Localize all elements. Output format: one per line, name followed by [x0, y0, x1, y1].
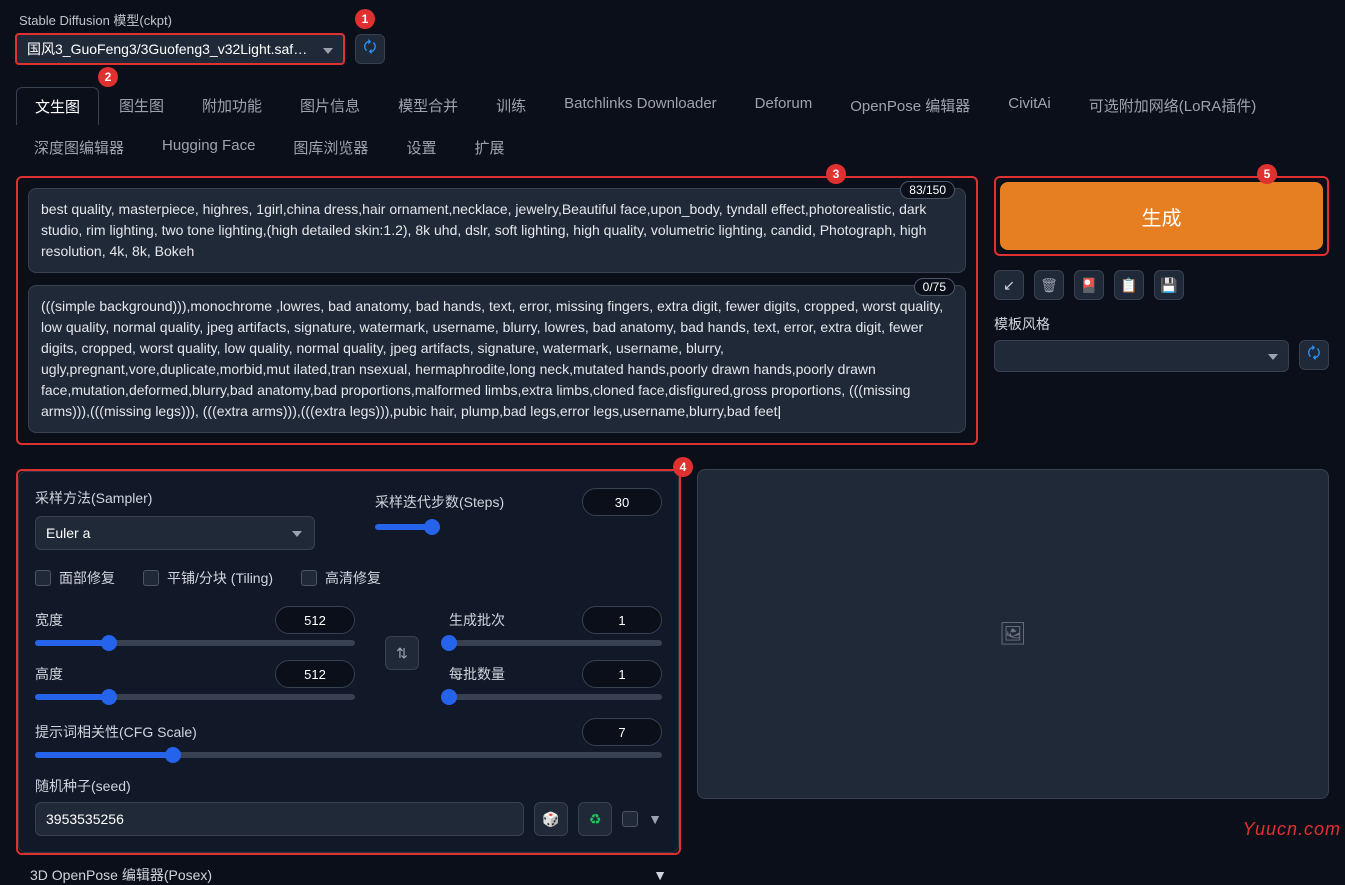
- save-icon: 💾: [1160, 277, 1177, 294]
- refresh-icon: 🗘: [1307, 343, 1320, 368]
- negative-prompt[interactable]: 0/75 (((simple background))),monochrome …: [28, 285, 966, 433]
- sampler-select[interactable]: Euler a: [35, 516, 315, 550]
- dice-button[interactable]: 🎲: [534, 802, 568, 836]
- height-value[interactable]: 512: [275, 660, 355, 688]
- swap-icon: ⇅: [396, 645, 408, 662]
- tabs-row1: 文生图 图生图 附加功能 图片信息 模型合并 训练 Batchlinks Dow…: [0, 73, 1345, 125]
- batch-count-slider[interactable]: [449, 640, 662, 646]
- tab-merge[interactable]: 模型合并: [380, 87, 476, 125]
- model-select[interactable]: 国风3_GuoFeng3/3Guofeng3_v32Light.safetens…: [15, 33, 345, 65]
- chevron-down-icon[interactable]: ▼: [648, 811, 662, 827]
- tab-img2img[interactable]: 图生图: [101, 87, 182, 125]
- clipboard-button[interactable]: 📋: [1114, 270, 1144, 300]
- tab-settings[interactable]: 设置: [388, 129, 454, 166]
- watermark: Yuucn.com: [1243, 819, 1341, 840]
- cfg-slider[interactable]: [35, 752, 662, 758]
- checkbox-box: [143, 570, 159, 586]
- positive-count: 83/150: [900, 181, 955, 199]
- tab-batchlinks[interactable]: Batchlinks Downloader: [546, 87, 735, 125]
- template-style-select[interactable]: [994, 340, 1289, 372]
- steps-label: 采样迭代步数(Steps): [375, 492, 504, 512]
- positive-text: best quality, masterpiece, highres, 1gir…: [41, 199, 953, 262]
- model-label: Stable Diffusion 模型(ckpt): [19, 10, 385, 29]
- tab-deforum[interactable]: Deforum: [737, 87, 831, 125]
- badge-3: 3: [826, 164, 846, 184]
- steps-value[interactable]: 30: [582, 488, 662, 516]
- trash-icon: 🗑: [1040, 277, 1058, 294]
- chevron-down-icon[interactable]: ▼: [653, 867, 667, 883]
- positive-prompt[interactable]: 83/150 best quality, masterpiece, highre…: [28, 188, 966, 273]
- badge-2: 2: [98, 67, 118, 87]
- tab-lora[interactable]: 可选附加网络(LoRA插件): [1071, 87, 1275, 125]
- tab-extensions[interactable]: 扩展: [456, 129, 522, 166]
- pose-accordion[interactable]: 3D OpenPose 编辑器(Posex): [30, 865, 212, 885]
- trash-button[interactable]: 🗑: [1034, 270, 1064, 300]
- seed-label: 随机种子(seed): [35, 776, 662, 796]
- tab-depth[interactable]: 深度图编辑器: [16, 129, 142, 166]
- tab-gallery[interactable]: 图库浏览器: [275, 129, 386, 166]
- generate-button[interactable]: 生成: [1000, 182, 1323, 250]
- params-panel: 采样方法(Sampler) Euler a 采样迭代步数(Steps) 30: [18, 471, 679, 853]
- arrow-icon: ↙: [1003, 277, 1015, 294]
- image-icon: 🖼: [999, 621, 1027, 647]
- sampler-label: 采样方法(Sampler): [35, 488, 335, 508]
- card-icon: 🎴: [1080, 277, 1097, 294]
- tiling-checkbox[interactable]: 平铺/分块 (Tiling): [143, 568, 273, 588]
- tab-pnginfo[interactable]: 图片信息: [282, 87, 378, 125]
- batch-count-label: 生成批次: [449, 610, 505, 630]
- dice-icon: 🎲: [542, 811, 559, 828]
- checkbox-box: [35, 570, 51, 586]
- model-value: 国风3_GuoFeng3/3Guofeng3_v32Light.safetens…: [27, 39, 313, 59]
- seed-input[interactable]: 3953535256: [35, 802, 524, 836]
- clipboard-icon: 📋: [1120, 277, 1137, 294]
- refresh-model-button[interactable]: 🗘: [355, 34, 385, 64]
- sampler-value: Euler a: [46, 525, 90, 541]
- hires-checkbox[interactable]: 高清修复: [301, 568, 381, 588]
- card-button[interactable]: 🎴: [1074, 270, 1104, 300]
- tab-train[interactable]: 训练: [478, 87, 544, 125]
- badge-4: 4: [673, 457, 693, 477]
- width-slider[interactable]: [35, 640, 355, 646]
- tab-hf[interactable]: Hugging Face: [144, 129, 273, 166]
- batch-count-value[interactable]: 1: [582, 606, 662, 634]
- cfg-value[interactable]: 7: [582, 718, 662, 746]
- batch-size-value[interactable]: 1: [582, 660, 662, 688]
- tab-extras[interactable]: 附加功能: [184, 87, 280, 125]
- batch-size-label: 每批数量: [449, 664, 505, 684]
- tabs-row2: 深度图编辑器 Hugging Face 图库浏览器 设置 扩展: [0, 125, 1345, 166]
- arrow-button[interactable]: ↙: [994, 270, 1024, 300]
- badge-1: 1: [355, 9, 375, 29]
- output-preview: 🖼: [697, 469, 1329, 799]
- template-style-label: 模板风格: [994, 314, 1329, 334]
- width-label: 宽度: [35, 610, 63, 630]
- batch-size-slider[interactable]: [449, 694, 662, 700]
- refresh-icon: 🗘: [363, 37, 376, 62]
- width-value[interactable]: 512: [275, 606, 355, 634]
- cfg-label: 提示词相关性(CFG Scale): [35, 722, 197, 742]
- badge-5: 5: [1257, 164, 1277, 184]
- recycle-button[interactable]: ♻: [578, 802, 612, 836]
- refresh-style-button[interactable]: 🗘: [1299, 340, 1329, 370]
- extra-checkbox[interactable]: [622, 811, 638, 827]
- negative-count: 0/75: [914, 278, 955, 296]
- save-button[interactable]: 💾: [1154, 270, 1184, 300]
- tab-openpose[interactable]: OpenPose 编辑器: [832, 87, 988, 125]
- swap-wh-button[interactable]: ⇅: [385, 636, 419, 670]
- negative-text: (((simple background))),monochrome ,lowr…: [41, 296, 953, 422]
- face-fix-checkbox[interactable]: 面部修复: [35, 568, 115, 588]
- tab-civitai[interactable]: CivitAi: [990, 87, 1069, 125]
- recycle-icon: ♻: [589, 811, 602, 828]
- height-label: 高度: [35, 664, 63, 684]
- checkbox-box: [301, 570, 317, 586]
- height-slider[interactable]: [35, 694, 355, 700]
- tab-txt2img[interactable]: 文生图: [16, 87, 99, 125]
